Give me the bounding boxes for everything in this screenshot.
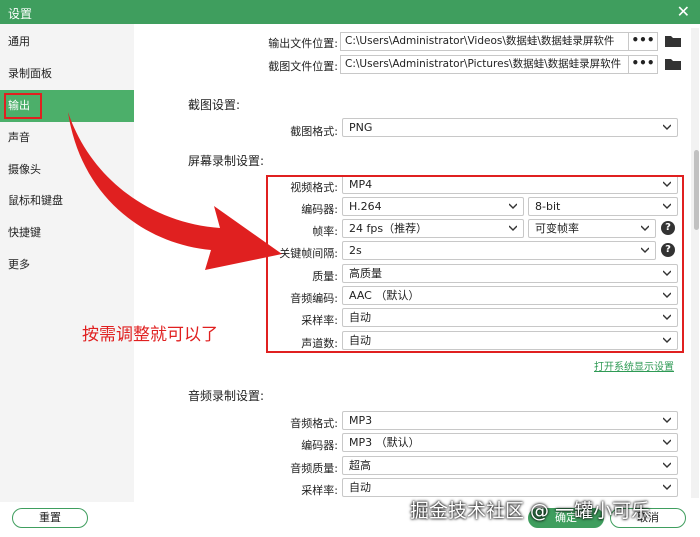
channels-select[interactable]: 自动 — [342, 331, 678, 350]
chevron-down-icon — [663, 314, 671, 320]
audio-codec-label: 音频编码: — [290, 292, 338, 305]
audio-codec-value: AAC （默认） — [349, 289, 420, 302]
window-title: 设置 — [8, 7, 33, 21]
video-format-value: MP4 — [349, 178, 373, 191]
audio-sample-rate-select[interactable]: 自动 — [342, 478, 678, 497]
sidebar-item-general[interactable]: 通用 — [0, 26, 134, 58]
output-location-label: 输出文件位置: — [268, 37, 338, 50]
channels-label: 声道数: — [301, 337, 338, 350]
audio-format-select[interactable]: MP3 — [342, 411, 678, 430]
red-arrow-icon — [68, 112, 282, 270]
chevron-down-icon — [663, 417, 671, 423]
scrollbar-thumb[interactable] — [694, 150, 699, 230]
chevron-down-icon — [663, 124, 671, 130]
chevron-down-icon — [509, 203, 517, 209]
watermark: 掘金技术社区 @ 一罐小可乐 — [410, 500, 651, 522]
audio-quality-select[interactable]: 超高 — [342, 456, 678, 475]
chevron-down-icon — [663, 439, 671, 445]
chevron-down-icon — [641, 225, 649, 231]
chevron-down-icon — [641, 247, 649, 253]
close-icon[interactable]: ✕ — [677, 2, 690, 21]
audio-encoder-label: 编码器: — [301, 439, 338, 452]
bit-depth-value: 8-bit — [535, 200, 561, 213]
sidebar-item-record-panel[interactable]: 录制面板 — [0, 58, 134, 90]
quality-select[interactable]: 高质量 — [342, 264, 678, 283]
chevron-down-icon — [509, 225, 517, 231]
sample-rate-select[interactable]: 自动 — [342, 308, 678, 327]
audio-quality-label: 音频质量: — [290, 462, 338, 475]
quality-value: 高质量 — [349, 267, 382, 280]
screenshot-format-value: PNG — [349, 121, 373, 134]
frame-mode-select[interactable]: 可变帧率 — [528, 219, 656, 238]
chevron-down-icon — [663, 292, 671, 298]
chevron-down-icon — [663, 181, 671, 187]
audio-encoder-value: MP3 （默认） — [349, 436, 420, 449]
frame-rate-value: 24 fps（推荐） — [349, 222, 428, 235]
folder-icon[interactable] — [664, 34, 682, 48]
scrollbar-track[interactable] — [691, 28, 699, 498]
chevron-down-icon — [663, 484, 671, 490]
chevron-down-icon — [663, 337, 671, 343]
audio-format-value: MP3 — [349, 414, 373, 427]
audio-encoder-select[interactable]: MP3 （默认） — [342, 433, 678, 452]
annotation-text: 按需调整就可以了 — [82, 325, 218, 345]
help-icon[interactable]: ? — [661, 243, 675, 257]
screenshot-browse-button[interactable]: ••• — [628, 55, 658, 74]
title-bar: 设置 ✕ — [0, 0, 700, 24]
audio-format-label: 音频格式: — [290, 417, 338, 430]
video-format-select[interactable]: MP4 — [342, 175, 678, 194]
audio-quality-value: 超高 — [349, 459, 371, 472]
video-encoder-value: H.264 — [349, 200, 382, 213]
audio-recording-heading: 音频录制设置: — [188, 389, 265, 403]
sample-rate-value: 自动 — [349, 311, 371, 324]
video-encoder-select[interactable]: H.264 — [342, 197, 524, 216]
chevron-down-icon — [663, 203, 671, 209]
screenshot-format-select[interactable]: PNG — [342, 118, 678, 137]
open-display-settings-link[interactable]: 打开系统显示设置 — [594, 358, 674, 373]
chevron-down-icon — [663, 270, 671, 276]
screenshot-location-label: 截图文件位置: — [268, 60, 338, 73]
audio-sample-rate-value: 自动 — [349, 481, 371, 494]
folder-icon[interactable] — [664, 57, 682, 71]
help-icon[interactable]: ? — [661, 221, 675, 235]
bit-depth-select[interactable]: 8-bit — [528, 197, 678, 216]
keyframe-interval-select[interactable]: 2s — [342, 241, 656, 260]
output-browse-button[interactable]: ••• — [628, 32, 658, 51]
frame-rate-select[interactable]: 24 fps（推荐） — [342, 219, 524, 238]
keyframe-interval-value: 2s — [349, 244, 362, 257]
audio-sample-rate-label: 采样率: — [301, 484, 338, 497]
active-item-highlight-box — [4, 93, 42, 119]
audio-codec-select[interactable]: AAC （默认） — [342, 286, 678, 305]
frame-mode-value: 可变帧率 — [535, 222, 579, 235]
sample-rate-label: 采样率: — [301, 314, 338, 327]
reset-button[interactable]: 重置 — [12, 508, 88, 528]
screenshot-location-field[interactable]: C:\Users\Administrator\Pictures\数据蛙\数据蛙录… — [340, 55, 630, 74]
output-location-field[interactable]: C:\Users\Administrator\Videos\数据蛙\数据蛙录屏软… — [340, 32, 630, 51]
channels-value: 自动 — [349, 334, 371, 347]
chevron-down-icon — [663, 462, 671, 468]
